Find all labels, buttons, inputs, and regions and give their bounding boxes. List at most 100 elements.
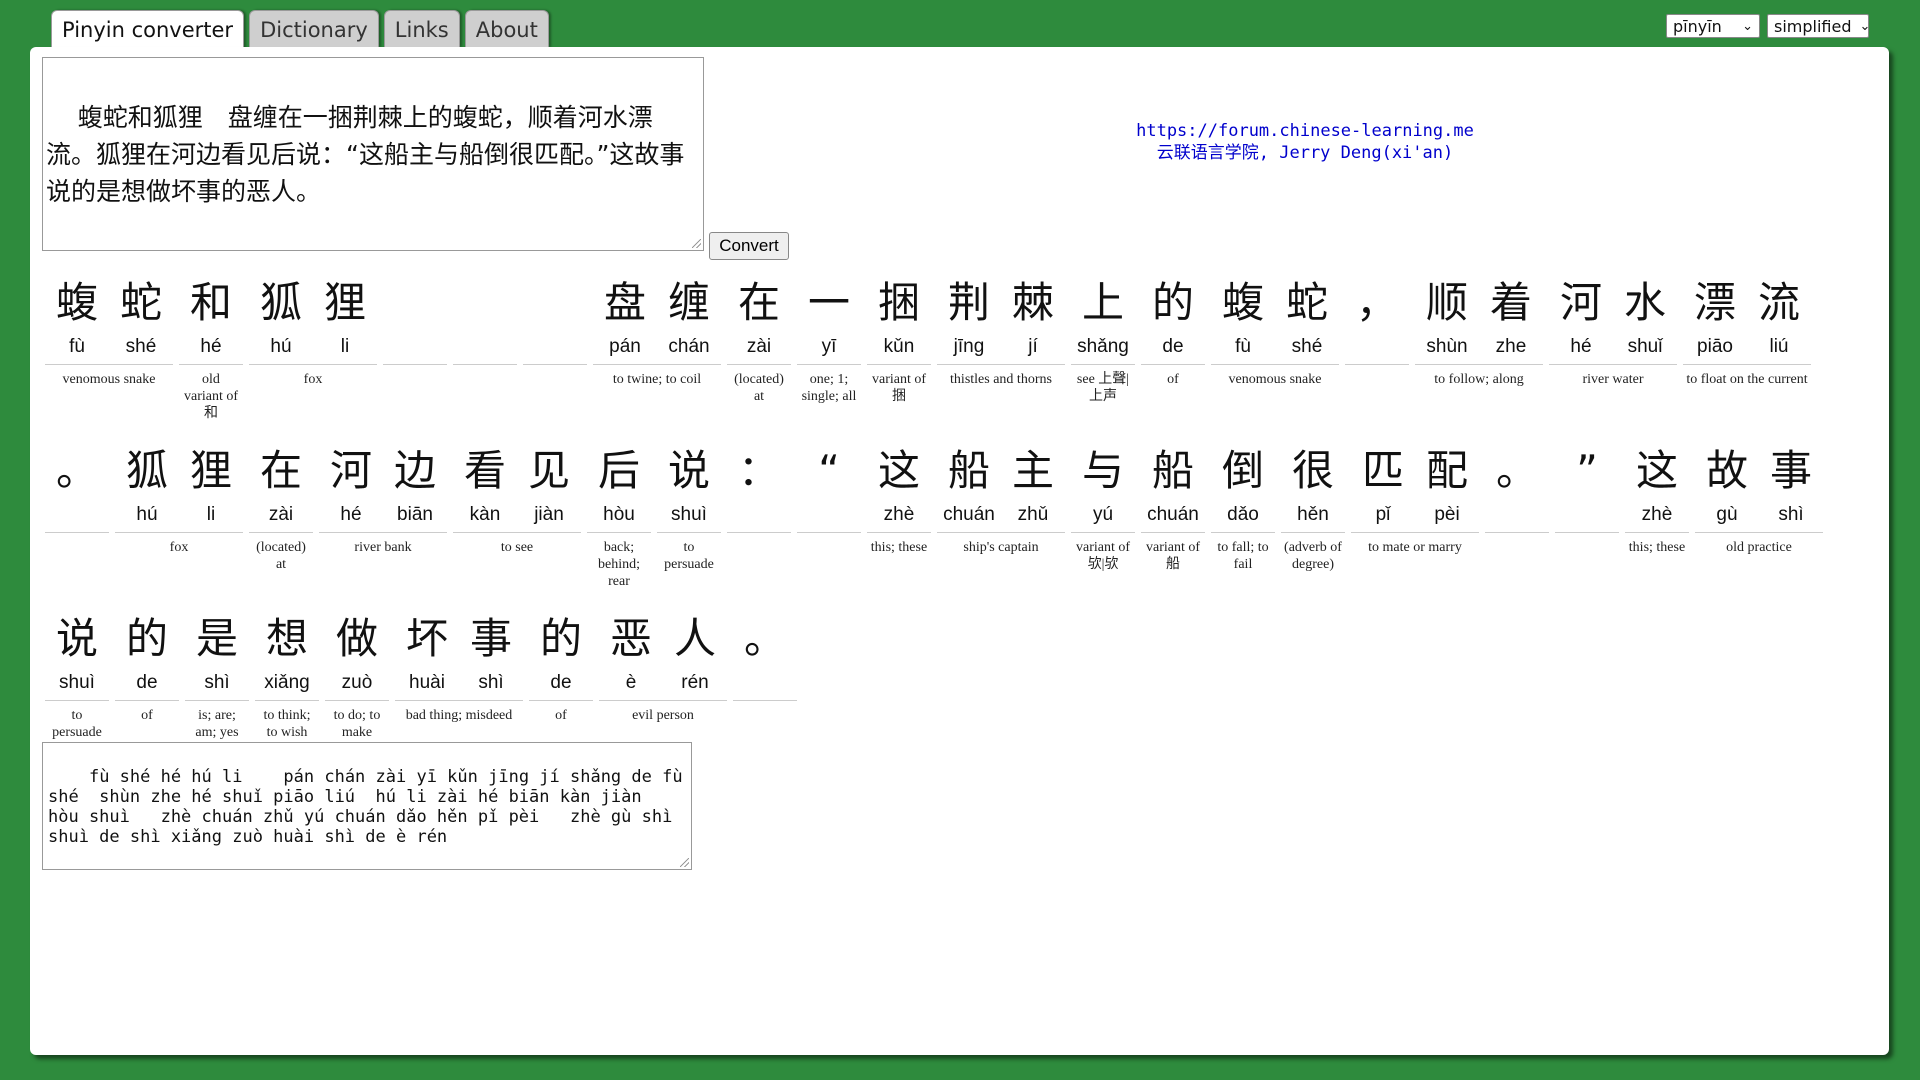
word-group[interactable]: ： (727, 446, 791, 539)
tab-dictionary[interactable]: Dictionary (249, 10, 379, 47)
word-group[interactable]: “ (797, 446, 861, 539)
word-group[interactable]: 坏 huài 事 shì bad thing; misdeed (395, 614, 523, 724)
word-chars: 是 shì (185, 614, 249, 701)
pinyin-output-textarea[interactable]: fù shé hé hú li pán chán zài yī kǔn jīng… (42, 742, 692, 870)
word-group[interactable]: 。 (1485, 446, 1549, 539)
pinyin: hěn (1297, 504, 1329, 525)
hanzi: 想 (265, 614, 308, 663)
hanzi: 狸 (323, 278, 366, 327)
word-group[interactable]: 这 zhè this; these (867, 446, 931, 556)
word-group[interactable]: 河 hé 边 biān river bank (319, 446, 447, 556)
author-link[interactable]: 云联语言学院, Jerry Deng(xi'an) (1070, 142, 1540, 164)
word-group[interactable]: 说 shuì to persuade (45, 614, 109, 741)
word-group[interactable] (383, 278, 447, 371)
word-group[interactable]: 船 chuán 主 zhǔ ship's captain (937, 446, 1065, 556)
word-group[interactable]: 看 kàn 见 jiàn to see (453, 446, 581, 556)
pinyin: shì (478, 672, 504, 693)
word-group[interactable]: 盘 pán 缠 chán to twine; to coil (593, 278, 721, 388)
word-group[interactable]: 蝮 fù 蛇 shé venomous snake (45, 278, 173, 388)
pinyin: gù (1716, 504, 1738, 525)
chinese-input-textarea[interactable]: 蝮蛇和狐狸 盘缠在一捆荆棘上的蝮蛇，顺着河水漂流。狐狸在河边看见后说：“这船主与… (42, 57, 704, 251)
word-group[interactable]: 狐 hú 狸 li fox (249, 278, 377, 388)
input-text: 蝮蛇和狐狸 盘缠在一捆荆棘上的蝮蛇，顺着河水漂流。狐狸在河边看见后说：“这船主与… (46, 103, 685, 206)
word-group[interactable]: 做 zuò to do; to make (325, 614, 389, 741)
word-chars: 看 kàn 见 jiàn (453, 446, 581, 533)
word-group[interactable]: 的 de of (115, 614, 179, 724)
word-group[interactable]: 想 xiǎng to think; to wish (255, 614, 319, 741)
word-group[interactable]: 。 (733, 614, 797, 707)
char-cell: 倒 dǎo (1211, 446, 1275, 532)
gloss (1345, 365, 1409, 371)
word-chars: 船 chuán 主 zhǔ (937, 446, 1065, 533)
word-group[interactable]: 河 hé 水 shuǐ river water (1549, 278, 1677, 388)
hanzi: ： (737, 446, 780, 495)
romanization-select[interactable]: pīnyīn ⌄ (1666, 14, 1760, 38)
word-group[interactable]: 。 (45, 446, 109, 539)
pinyin: li (340, 336, 350, 357)
pinyin: rén (681, 672, 709, 693)
hanzi: 在 (259, 446, 302, 495)
script-select[interactable]: simplified ⌄ (1767, 14, 1870, 38)
gloss: (located) at (734, 372, 784, 404)
hanzi: ， (1355, 278, 1398, 327)
credits: https://forum.chinese-learning.me 云联语言学院… (1070, 120, 1540, 164)
char-cell: ” (1555, 446, 1619, 532)
word-chars: 盘 pán 缠 chán (593, 278, 721, 365)
hanzi: 恶 (609, 614, 652, 663)
hanzi: 倒 (1221, 446, 1264, 495)
char-cell: 和 hé (179, 278, 243, 364)
resize-handle-icon[interactable] (692, 239, 701, 248)
char-cell: 漂 piāo (1683, 278, 1747, 364)
word-group[interactable]: 一 yī one; 1; single; all (797, 278, 861, 405)
word-group[interactable]: 很 hěn (adverb of degree) (1281, 446, 1345, 573)
convert-button[interactable]: Convert (709, 232, 789, 260)
word-group[interactable]: 和 hé old variant of 和 (179, 278, 243, 422)
word-group[interactable]: ， (1345, 278, 1409, 371)
word-group[interactable]: 说 shuì to persuade (657, 446, 721, 573)
gloss: to do; to make (333, 708, 381, 740)
word-group[interactable]: 船 chuán variant of 船 (1141, 446, 1205, 573)
hanzi: 缠 (667, 278, 710, 327)
word-group[interactable]: 恶 è 人 rén evil person (599, 614, 727, 724)
word-group[interactable]: 荆 jīng 棘 jí thistles and thorns (937, 278, 1065, 388)
pinyin: fù (69, 336, 85, 357)
word-group[interactable]: 是 shì is; are; am; yes (185, 614, 249, 741)
forum-link[interactable]: https://forum.chinese-learning.me (1070, 120, 1540, 142)
hanzi: 配 (1425, 446, 1468, 495)
word-group[interactable]: 故 gù 事 shì old practice (1695, 446, 1823, 556)
word-group[interactable]: 的 de of (529, 614, 593, 724)
word-group[interactable]: ” (1555, 446, 1619, 539)
word-group[interactable]: 漂 piāo 流 liú to float on the current (1683, 278, 1811, 388)
resize-handle-icon[interactable] (680, 858, 689, 867)
tab-about[interactable]: About (464, 10, 549, 47)
word-group[interactable]: 在 zài (located) at (249, 446, 313, 573)
word-group[interactable]: 的 de of (1141, 278, 1205, 388)
hanzi: 后 (597, 446, 640, 495)
word-chars: 。 (45, 446, 109, 533)
tab-pinyin-converter[interactable]: Pinyin converter (51, 10, 245, 49)
pinyin: dǎo (1227, 504, 1259, 525)
word-group[interactable]: 倒 dǎo to fall; to fail (1211, 446, 1275, 573)
word-group[interactable]: 这 zhè this; these (1625, 446, 1689, 556)
word-group[interactable]: 捆 kǔn variant of 捆 (867, 278, 931, 405)
pinyin: shé (125, 336, 157, 357)
char-cell: 的 de (1141, 278, 1205, 364)
word-group[interactable] (523, 278, 587, 371)
pinyin: shùn (1426, 336, 1468, 357)
word-group[interactable]: 狐 hú 狸 li fox (115, 446, 243, 556)
word-group[interactable]: 后 hòu back; behind; rear (587, 446, 651, 590)
word-chars: “ (797, 446, 861, 533)
hanzi: 这 (1635, 446, 1678, 495)
word-chars: 的 de (115, 614, 179, 701)
word-group[interactable]: 匹 pǐ 配 pèi to mate or marry (1351, 446, 1479, 556)
word-group[interactable]: 上 shǎng see 上聲|上声 (1071, 278, 1135, 405)
char-cell: 边 biān (383, 446, 447, 532)
word-group[interactable]: 在 zài (located) at (727, 278, 791, 405)
word-group[interactable]: 顺 shùn 着 zhe to follow; along (1415, 278, 1543, 388)
word-group[interactable] (453, 278, 517, 371)
word-group[interactable]: 与 yú variant of 欤|欤 (1071, 446, 1135, 573)
tab-links[interactable]: Links (383, 10, 460, 47)
gloss: one; 1; single; all (801, 372, 857, 404)
word-group[interactable]: 蝮 fù 蛇 shé venomous snake (1211, 278, 1339, 388)
word-chars: 很 hěn (1281, 446, 1345, 533)
